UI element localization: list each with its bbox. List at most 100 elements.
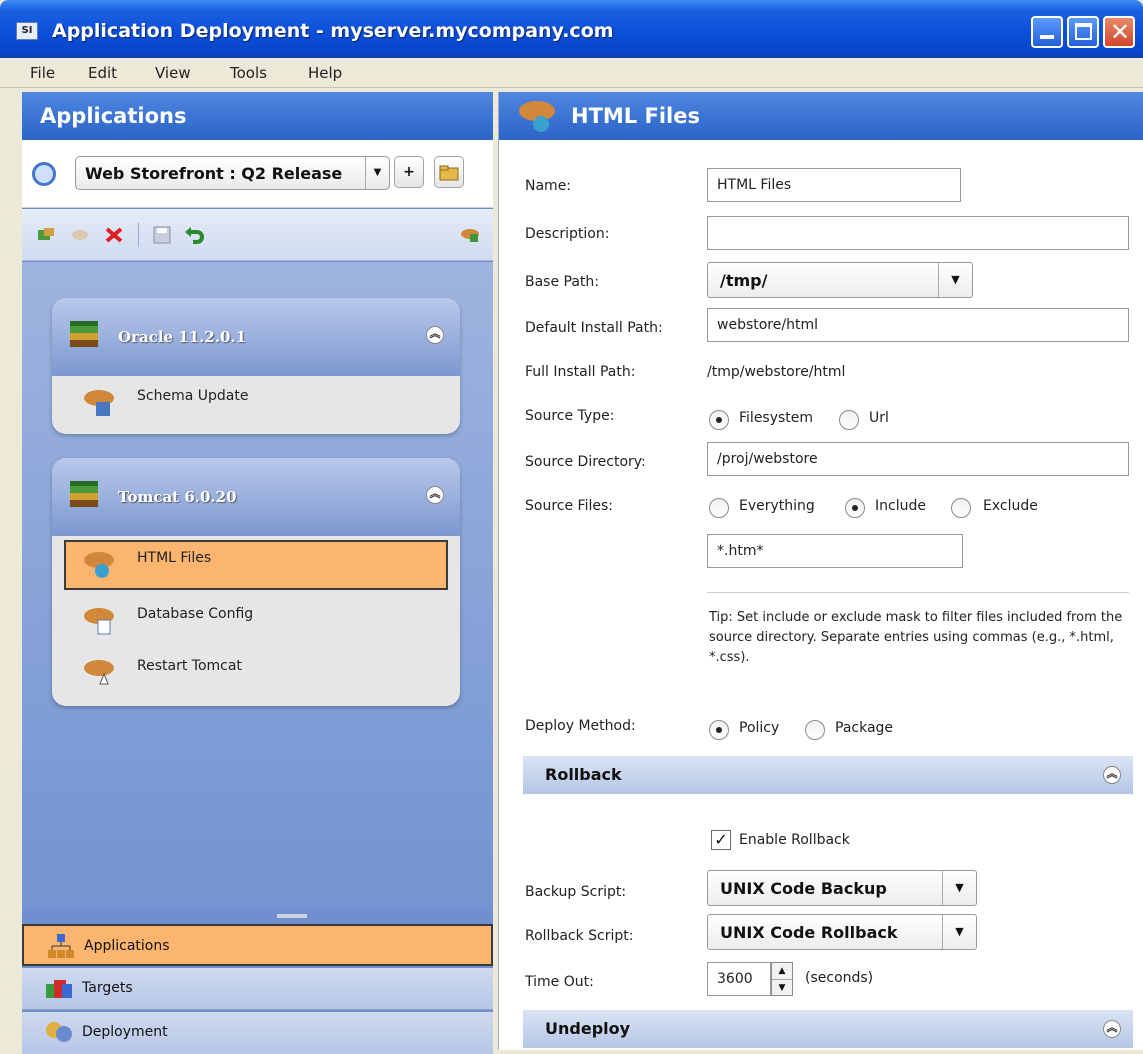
component-item[interactable]: Schema Update	[52, 376, 460, 428]
refresh-icon[interactable]	[32, 162, 56, 186]
save-icon[interactable]	[152, 226, 172, 244]
close-button[interactable]: ✕	[1103, 16, 1135, 48]
rollback-section-header[interactable]: Rollback ︽	[523, 756, 1133, 794]
window-title: Application Deployment - myserver.mycomp…	[52, 20, 614, 42]
nav-label: Deployment	[82, 1024, 168, 1040]
time-out-stepper[interactable]: ▲ ▼	[771, 962, 793, 996]
description-label: Description:	[525, 226, 610, 242]
source-files-include-radio[interactable]	[845, 498, 865, 518]
undeploy-section-header[interactable]: Undeploy ︽	[523, 1010, 1133, 1048]
edit-component-icon[interactable]	[70, 226, 90, 244]
default-install-path-field[interactable]: webstore/html	[707, 308, 1129, 342]
radio-label: Policy	[739, 720, 780, 736]
include-mask-field[interactable]: *.htm*	[707, 534, 963, 568]
group-header[interactable]: Oracle 11.2.0.1 ︽	[52, 298, 460, 376]
section-title: Rollback	[545, 765, 622, 784]
collapse-icon[interactable]: ︽	[1103, 766, 1121, 784]
radio-label: Package	[835, 720, 894, 736]
deploy-method-policy-radio[interactable]	[709, 720, 729, 740]
source-directory-label: Source Directory:	[525, 454, 646, 470]
source-type-filesystem-radio[interactable]	[709, 410, 729, 430]
applications-icon	[48, 934, 74, 958]
stepper-up-icon[interactable]: ▲	[772, 963, 792, 979]
component-label: Restart Tomcat	[137, 658, 242, 674]
rollback-script-select[interactable]: UNIX Code Rollback ▼	[707, 914, 977, 950]
full-install-path-value: /tmp/webstore/html	[707, 364, 846, 380]
deploy-method-label: Deploy Method:	[525, 718, 636, 734]
base-path-select[interactable]: /tmp/ ▼	[707, 262, 973, 298]
group-header[interactable]: Tomcat 6.0.20 ︽	[52, 458, 460, 536]
group-title: Oracle 11.2.0.1	[118, 328, 247, 346]
component-item-selected[interactable]: HTML Files	[64, 540, 448, 590]
stepper-down-icon[interactable]: ▼	[772, 979, 792, 995]
divider	[707, 592, 1129, 593]
app-icon: SI	[16, 22, 38, 40]
component-group-tomcat: Tomcat 6.0.20 ︽ HTML Files Database Conf…	[52, 458, 460, 706]
source-files-exclude-radio[interactable]	[951, 498, 971, 518]
base-path-label: Base Path:	[525, 274, 600, 290]
nav-deployment[interactable]: Deployment	[22, 1012, 493, 1054]
html-files-icon	[84, 552, 114, 578]
backup-script-label: Backup Script:	[525, 884, 627, 900]
toolbar-separator	[138, 223, 139, 247]
chevron-down-icon: ▼	[942, 915, 976, 949]
menu-help[interactable]: Help	[308, 64, 342, 82]
undo-icon[interactable]	[184, 226, 204, 244]
source-directory-field[interactable]: /proj/webstore	[707, 442, 1129, 476]
menu-view[interactable]: View	[155, 64, 191, 82]
collapse-icon[interactable]: ︽	[1103, 1020, 1121, 1038]
enable-rollback-checkbox[interactable]: ✓	[711, 830, 731, 850]
default-install-path-label: Default Install Path:	[525, 320, 663, 336]
splitter-handle[interactable]	[277, 914, 307, 918]
backup-script-select[interactable]: UNIX Code Backup ▼	[707, 870, 977, 906]
radio-label: Exclude	[983, 498, 1038, 514]
add-component-icon[interactable]	[36, 226, 56, 244]
restart-icon	[84, 660, 114, 685]
server-stack-icon	[70, 481, 98, 507]
component-item[interactable]: Restart Tomcat	[52, 646, 460, 698]
applications-panel: Applications Web Storefront : Q2 Release…	[22, 92, 493, 1054]
open-application-button[interactable]	[434, 156, 464, 188]
radio-label: Everything	[739, 498, 815, 514]
collapse-icon[interactable]: ︽	[426, 486, 444, 504]
nav-applications[interactable]: Applications	[22, 924, 493, 966]
minimize-button[interactable]	[1031, 16, 1063, 48]
maximize-icon	[1075, 23, 1092, 40]
time-out-field[interactable]: 3600	[707, 962, 771, 996]
menu-tools[interactable]: Tools	[230, 64, 267, 82]
radio-label: Url	[869, 410, 889, 426]
source-files-label: Source Files:	[525, 498, 613, 514]
menu-edit[interactable]: Edit	[88, 64, 117, 82]
component-tree: Oracle 11.2.0.1 ︽ Schema Update Tomcat 6…	[22, 262, 493, 910]
name-field[interactable]: HTML Files	[707, 168, 961, 202]
application-select-value: Web Storefront : Q2 Release	[85, 164, 343, 183]
menu-file[interactable]: File	[30, 64, 55, 82]
radio-label: Include	[875, 498, 926, 514]
enable-rollback-label: Enable Rollback	[739, 832, 850, 848]
rollback-script-label: Rollback Script:	[525, 928, 634, 944]
add-application-button[interactable]: +	[394, 156, 424, 188]
component-item[interactable]: Database Config	[52, 594, 460, 646]
deploy-method-package-radio[interactable]	[805, 720, 825, 740]
backup-script-value: UNIX Code Backup	[720, 879, 887, 898]
description-field[interactable]	[707, 216, 1129, 250]
chevron-down-icon: ▼	[942, 871, 976, 905]
detail-title: HTML Files	[571, 104, 700, 128]
maximize-button[interactable]	[1067, 16, 1099, 48]
component-label: Schema Update	[137, 388, 249, 404]
html-files-icon	[519, 101, 555, 132]
deploy-icon[interactable]	[460, 226, 480, 244]
component-label: HTML Files	[137, 550, 212, 566]
menu-bar: File Edit View Tools Help	[0, 58, 1143, 88]
collapse-icon[interactable]: ︽	[426, 326, 444, 344]
chevron-down-icon: ▼	[938, 263, 972, 297]
deployment-icon	[46, 1022, 72, 1042]
application-select[interactable]: Web Storefront : Q2 Release ▼	[75, 156, 390, 190]
nav-targets[interactable]: Targets	[22, 968, 493, 1010]
source-type-url-radio[interactable]	[839, 410, 859, 430]
folder-icon	[439, 165, 459, 181]
source-files-everything-radio[interactable]	[709, 498, 729, 518]
component-icon	[84, 390, 114, 416]
nav-label: Targets	[82, 980, 133, 996]
delete-icon[interactable]	[104, 226, 124, 244]
